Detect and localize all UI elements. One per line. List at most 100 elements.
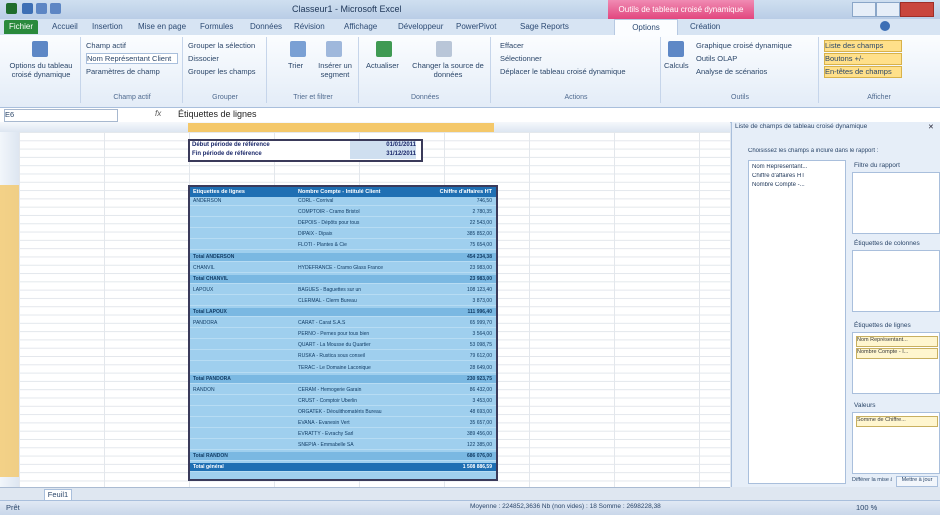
update-button[interactable]: Mettre à jour [896,476,938,487]
field-settings-button[interactable]: Paramètres de champ [86,67,178,76]
field-list-toggle[interactable]: Liste des champs [824,40,902,52]
field-item[interactable]: Nombre Compte -... [752,182,842,188]
pivot-row[interactable]: FLOTI - Plantes & Cie 75 654,00 [190,241,496,251]
pivot-row[interactable]: CLERMAL - Clerm Bureau 3 873,00 [190,297,496,306]
pivot-cell-revenue: 389 456,00 [466,431,492,438]
pivot-row[interactable]: COMPTOIR - Cramo Bristol 2 780,35 [190,208,496,218]
refresh-button[interactable]: Actualiser [366,61,399,70]
row-number[interactable] [2,150,16,157]
row-number[interactable] [2,133,16,140]
minimize-button[interactable] [852,2,876,17]
name-box[interactable]: E6 [4,109,118,122]
pivot-row[interactable]: EVRATTY - Evrachy Sarl 389 456,00 [190,430,496,440]
calculations-button[interactable]: Calculs [664,61,689,70]
tab-insert[interactable]: Insertion [92,21,123,33]
field-item[interactable]: Chiffre d'affaires HT [752,173,842,179]
tab-developer[interactable]: Développeur [398,21,443,33]
help-icon[interactable] [880,21,890,31]
pane-close-icon[interactable]: ✕ [928,123,936,131]
ungroup-button[interactable]: Dissocier [188,54,219,63]
value-field-item[interactable]: Somme de Chiffre... [856,416,938,427]
header-row-labels[interactable]: Étiquettes de lignes [193,189,293,195]
row-field-item[interactable]: Nom Représentant... [856,336,938,347]
pivot-total-row[interactable]: Total RANDON 686 076,00 [190,452,496,462]
pivot-cell-revenue: 3 453,00 [472,397,492,404]
row-number[interactable] [2,141,16,148]
row-number[interactable] [2,158,16,165]
row-number[interactable] [2,175,16,182]
clear-button[interactable]: Effacer [500,41,524,50]
pivot-row[interactable]: ANDERSON CORL - Corrival 746,50 [190,197,496,207]
save-icon[interactable] [22,3,33,14]
context-tab-pivot-tools: Outils de tableau croisé dynamique [608,0,754,19]
pivot-row[interactable]: TERAC - Le Domaine Laconique 28 649,00 [190,364,496,373]
what-if-button[interactable]: Analyse de scénarios [696,67,767,76]
olap-tools-button[interactable]: Outils OLAP [696,54,737,63]
pivot-total-row[interactable]: Total ANDERSON 454 234,38 [190,252,496,262]
pivot-total-row[interactable]: Total PANDORA 230 923,75 [190,374,496,384]
period-end-value[interactable]: 31/12/2011 [350,150,416,159]
tab-review[interactable]: Révision [294,21,325,33]
zone-columns[interactable] [852,250,940,312]
select-button[interactable]: Sélectionner [500,54,542,63]
group-group: Grouper la sélection Dissocier Grouper l… [184,37,267,103]
pivot-table[interactable]: Étiquettes de lignes Nombre Compte - Int… [188,185,498,481]
pivot-row[interactable]: RUSKA - Rustica sous conseil 79 612,00 [190,352,496,362]
pivot-cell-revenue: 122 385,00 [466,442,492,449]
zone-filter[interactable] [852,172,940,234]
pivot-total-row[interactable]: Total CHANVIL 23 983,00 [190,274,496,284]
tab-view[interactable]: Affichage [344,21,377,33]
insert-slicer-button[interactable]: Insérer un segment [314,61,356,79]
group-sort-filter: Trier Insérer un segment Trier et filtre… [268,37,359,103]
pivot-row[interactable]: PANDORA CARAT - Carat S.A.S 65 999,70 [190,319,496,329]
pivot-row[interactable]: CHANVIL HYDEFRANCE - Cramo Glass France 23… [190,264,496,273]
pivot-row[interactable]: RANDON CERAM - Hemogerie Garain 86 432,00 [190,386,496,395]
pivot-row[interactable]: QUART - La Mousse du Quartier 53 098,75 [190,341,496,351]
field-item[interactable]: Nom Représentant... [752,164,842,170]
pivot-row[interactable]: DIPAIX - Dipaix 385 852,00 [190,230,496,240]
row-field-item[interactable]: Nombre Compte - I... [856,348,938,359]
pivot-row[interactable]: DEPOIS - Dépôts pour tous 22 543,00 [190,219,496,229]
row-number[interactable] [2,166,16,173]
active-field-input[interactable]: Nom Représentant Client [86,53,178,64]
maximize-button[interactable] [876,2,900,17]
pivot-chart-button[interactable]: Graphique croisé dynamique [696,41,816,50]
close-button[interactable] [900,2,934,17]
pivot-row[interactable]: CRUST - Comptoir Uberlin 3 453,00 [190,397,496,406]
tab-home[interactable]: Accueil [52,21,78,33]
pivot-row[interactable]: ORGATEK - Déoulithomatéris Bureau 48 693,… [190,408,496,417]
pivot-row[interactable]: PERNO - Pernes pour tous bien 3 564,00 [190,330,496,340]
tab-file[interactable]: Fichier [4,20,38,34]
tab-data[interactable]: Données [250,21,282,33]
buttons-toggle[interactable]: Boutons +/- [824,53,902,65]
pivot-row[interactable]: SNEPIA - Emmabelle SA 122 385,00 [190,441,496,451]
tab-sage-reports[interactable]: Sage Reports [520,21,569,33]
group-data: Actualiser Changer la source de données … [360,37,491,103]
pivot-cell-rep: LAPOUX [193,286,214,293]
pivot-cell-revenue: 79 612,00 [469,353,492,360]
period-start-value[interactable]: 01/01/2011 [350,141,416,150]
zoom-level[interactable]: 100 % [856,503,877,512]
change-source-button[interactable]: Changer la source de données [410,61,486,79]
group-selection-button[interactable]: Grouper la sélection [188,41,264,50]
pivot-total-row[interactable]: Total LAPOUX 111 996,40 [190,308,496,318]
group-field-button[interactable]: Grouper les champs [188,67,264,76]
undo-icon[interactable] [36,3,47,14]
defer-update-checkbox[interactable]: Différer la mise à jour de la dispositio… [852,477,892,483]
redo-icon[interactable] [50,3,61,14]
pivot-row[interactable]: EVANA - Evanesin Vert 35 657,00 [190,419,496,429]
tab-options[interactable]: Options [614,19,678,36]
fx-icon[interactable]: fx [155,109,171,120]
tab-design[interactable]: Création [690,21,720,33]
formula-input[interactable]: Étiquettes de lignes [178,109,578,119]
tab-powerpivot[interactable]: PowerPivot [456,21,496,33]
field-headers-toggle[interactable]: En-têtes de champs [824,66,902,78]
pivot-options-button[interactable]: Options du tableau croisé dynamique [5,61,77,79]
tab-page-layout[interactable]: Mise en page [138,21,186,33]
sort-button[interactable]: Trier [288,61,303,70]
status-summary: Moyenne : 224852,3636 Nb (non vides) : 1… [470,503,661,510]
pivot-row[interactable]: LAPOUX BAGUES - Baguettes sur un 108 123,4… [190,286,496,295]
pivot-grand-total-row[interactable]: Total général 1 508 886,59 [190,463,496,473]
tab-formulas[interactable]: Formules [200,21,233,33]
move-pivot-button[interactable]: Déplacer le tableau croisé dynamique [500,67,656,76]
